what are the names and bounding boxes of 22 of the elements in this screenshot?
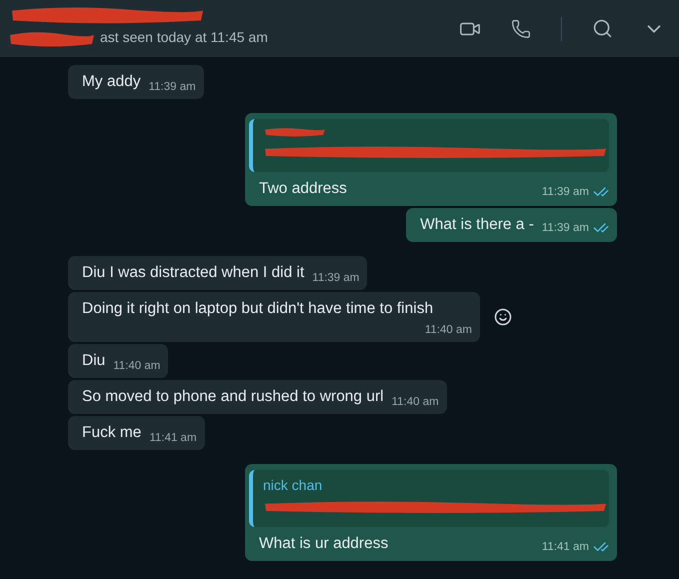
message-time: 11:41 am [149, 432, 197, 444]
message-time: 11:40 am [392, 396, 439, 408]
message-time: 11:40 am [424, 324, 472, 336]
message-text: Two address [258, 179, 347, 199]
message-text: So moved to phone and rushed to wrong url [82, 387, 384, 407]
message-text: Diu I was distracted when I did it [82, 263, 304, 283]
message-text: What is there a - [420, 215, 534, 235]
quote-author: nick chan [263, 477, 324, 493]
message-time: 11:39 am [312, 272, 360, 284]
message-time: 11:41 am [542, 541, 589, 553]
search-icon[interactable] [592, 18, 613, 39]
phone-icon[interactable] [511, 18, 531, 38]
message-text: Diu [82, 351, 106, 371]
message-text: What is ur address [258, 534, 388, 554]
message-time: 11:40 am [113, 360, 160, 372]
last-seen-status: ast seen today at 11:45 am [99, 29, 269, 45]
message-time: 11:39 am [542, 186, 589, 198]
message-text: Fuck me [82, 423, 142, 443]
message-text: Doing it right on laptop but didn't have time to finish [82, 299, 434, 319]
message-text: My addy [82, 72, 141, 92]
message-time: 11:39 am [148, 81, 196, 93]
message-time: 11:39 am [542, 222, 589, 234]
